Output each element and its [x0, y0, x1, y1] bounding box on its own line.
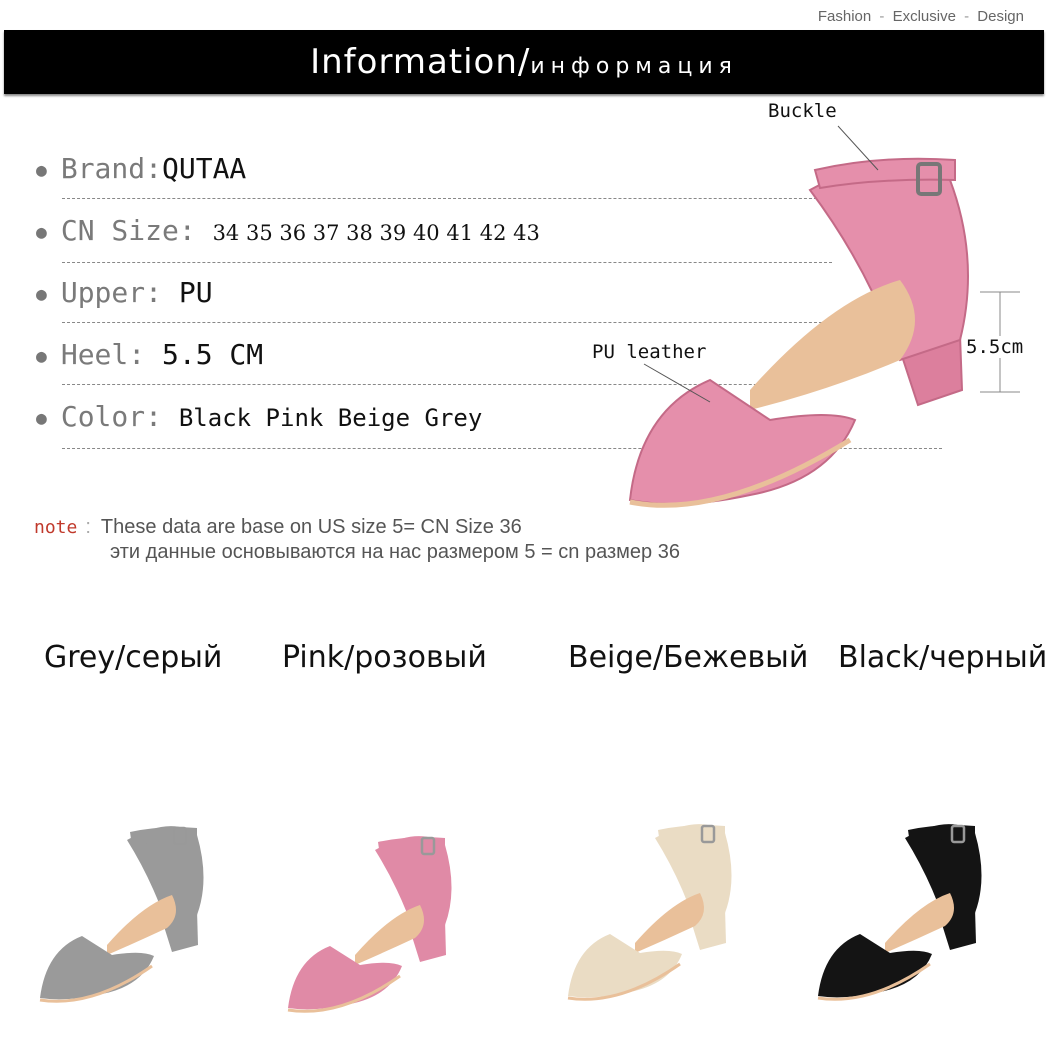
heel-height-callout: 5.5cm [966, 336, 1026, 358]
size-note: note: These data are base on US size 5= C… [34, 516, 680, 563]
note-label: note [34, 517, 78, 538]
note-text-en: These data are base on US size 5= CN Siz… [100, 516, 522, 538]
spec-size: ● CN Size: 34 35 36 37 38 39 40 41 42 43 [36, 214, 540, 247]
variant-label-black: Black/черный [838, 640, 1048, 675]
note-text-ru: эти данные основываются на нас размером … [110, 541, 680, 563]
spec-color: ● Color: Black Pink Beige Grey [36, 400, 483, 433]
tagline-design: Design [977, 8, 1024, 25]
bullet-icon: ● [36, 407, 47, 429]
spec-brand: ● Brand:QUTAA [36, 152, 247, 185]
spec-upper: ● Upper: PU [36, 276, 213, 309]
variant-label-pink: Pink/розовый [282, 640, 487, 675]
variant-shoe-black[interactable] [810, 808, 1000, 1008]
bullet-icon: ● [36, 345, 47, 367]
buckle-callout: Buckle [768, 100, 837, 122]
tagline-exclusive: Exclusive [892, 8, 956, 25]
spec-heel: ● Heel: 5.5 CM [36, 338, 264, 371]
material-pointer [643, 363, 711, 403]
variant-shoe-pink[interactable] [280, 820, 470, 1020]
tagline-fashion: Fashion [817, 8, 872, 25]
bullet-icon: ● [36, 283, 47, 305]
variant-shoe-beige[interactable] [560, 808, 750, 1008]
variant-label-beige: Beige/Бежевый [568, 640, 809, 675]
main-shoe-image [628, 157, 969, 508]
variant-label-grey: Grey/серый [44, 640, 223, 675]
page-title: Information/информация [310, 42, 738, 82]
variant-shoe-grey[interactable] [32, 810, 222, 1010]
title-banner: Information/информация [4, 30, 1044, 94]
bullet-icon: ● [36, 221, 47, 243]
bullet-icon: ● [36, 159, 47, 181]
buckle-pointer [837, 125, 879, 171]
brand-tagline: Fashion - Exclusive - Design [817, 8, 1024, 25]
